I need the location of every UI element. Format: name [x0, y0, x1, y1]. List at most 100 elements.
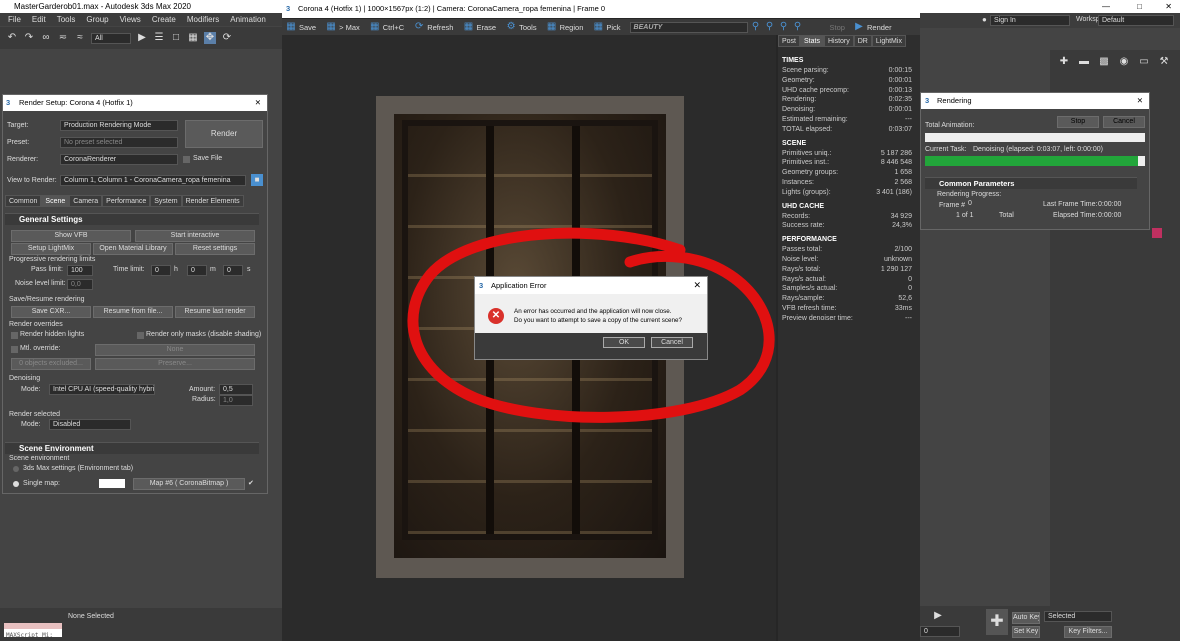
tab-dr[interactable]: DR — [853, 35, 872, 47]
motion-icon[interactable]: ◉ — [1118, 56, 1130, 68]
tab-camera[interactable]: Camera — [69, 195, 103, 207]
objects-excluded-button[interactable]: 0 objects excluded... — [11, 358, 91, 370]
menu-animation[interactable]: Animation — [230, 13, 266, 26]
utilities-icon[interactable]: ⚒ — [1158, 56, 1170, 68]
tab-post[interactable]: Post — [778, 35, 801, 47]
save-button[interactable]: Save — [299, 23, 316, 32]
maximize-icon[interactable]: □ — [1137, 0, 1142, 13]
menu-tools[interactable]: Tools — [57, 13, 76, 26]
region-select-icon[interactable]: □ — [170, 32, 182, 44]
erase-button[interactable]: Erase — [476, 23, 496, 32]
env-color-swatch[interactable] — [99, 479, 125, 488]
create-icon[interactable]: ✚ — [1058, 56, 1070, 68]
noise-level-field[interactable]: 0,0 — [67, 279, 93, 290]
key-filters-button[interactable]: Key Filters... — [1064, 626, 1112, 638]
add-key-icon[interactable]: ✚ — [986, 609, 1008, 635]
tab-performance[interactable]: Performance — [102, 195, 151, 207]
link-icon[interactable]: ∞ — [40, 32, 52, 44]
preset-select[interactable]: No preset selected — [60, 137, 178, 148]
menu-modifiers[interactable]: Modifiers — [187, 13, 219, 26]
zoom-fit-icon[interactable]: ⚲ — [778, 21, 790, 33]
select-by-name-icon[interactable]: ☰ — [153, 32, 165, 44]
minutes-field[interactable]: 0 — [187, 265, 207, 276]
selection-filter[interactable]: All — [91, 32, 131, 44]
rotate-icon[interactable]: ⟳ — [221, 32, 233, 44]
single-map-radio[interactable] — [13, 481, 19, 487]
lock-view-icon[interactable]: ■ — [251, 174, 263, 186]
region-button[interactable]: Region — [560, 23, 584, 32]
hierarchy-icon[interactable]: ▩ — [1098, 56, 1110, 68]
bind-space-warp-icon[interactable]: ≈ — [74, 32, 86, 44]
menu-views[interactable]: Views — [120, 13, 141, 26]
to-max-button[interactable]: > Max — [339, 23, 360, 32]
hours-field[interactable]: 0 — [151, 265, 171, 276]
zoom-in-icon[interactable]: ⚲ — [750, 21, 762, 33]
zoom-out-icon[interactable]: ⚲ — [764, 21, 776, 33]
preserve-button[interactable]: Preserve... — [95, 358, 255, 370]
rendering-cancel-button[interactable]: Cancel — [1103, 116, 1145, 128]
auto-key-button[interactable]: Auto Key — [1012, 612, 1040, 624]
menu-file[interactable]: File — [8, 13, 21, 26]
hidden-lights-checkbox[interactable] — [11, 332, 18, 339]
scene-environment-rollout[interactable]: Scene Environment — [5, 442, 259, 454]
seconds-field[interactable]: 0 — [223, 265, 243, 276]
target-select[interactable]: Production Rendering Mode — [60, 120, 178, 131]
tab-lightmix[interactable]: LightMix — [871, 35, 906, 47]
vfb-render-button[interactable]: Render — [867, 23, 892, 32]
set-key-button[interactable]: Set Key — [1012, 626, 1040, 638]
sign-in[interactable]: Sign In — [990, 15, 1070, 26]
show-vfb-button[interactable]: Show VFB — [11, 230, 131, 242]
zoom-100-icon[interactable]: ⚲ — [792, 21, 804, 33]
resume-last-render-button[interactable]: Resume last render — [175, 306, 255, 318]
resume-from-file-button[interactable]: Resume from file... — [93, 306, 173, 318]
view-select[interactable]: Column 1, Column 1 - CoronaCamera_ropa f… — [60, 175, 246, 186]
region-icon[interactable]: ▦ — [546, 21, 558, 33]
tools-button[interactable]: Tools — [519, 23, 537, 32]
tab-history[interactable]: History — [823, 35, 854, 47]
maxscript-listener[interactable]: MAXScript Mi: — [4, 623, 62, 637]
modify-icon[interactable]: ▬ — [1078, 56, 1090, 68]
amount-field[interactable]: 0,5 — [219, 384, 253, 395]
mtl-override-slot[interactable]: None — [95, 344, 255, 356]
undo-icon[interactable]: ↶ — [6, 32, 18, 44]
denoise-mode-select[interactable]: Intel CPU AI (speed-quality hybrid) — [49, 384, 155, 395]
save-file-checkbox[interactable] — [183, 156, 190, 163]
max-settings-radio[interactable] — [13, 466, 19, 472]
channel-select[interactable]: BEAUTY — [629, 21, 748, 33]
selected-dropdown[interactable]: Selected — [1044, 611, 1112, 622]
tab-render-elements[interactable]: Render Elements — [181, 195, 244, 207]
start-interactive-button[interactable]: Start interactive — [135, 230, 255, 242]
menu-edit[interactable]: Edit — [32, 13, 46, 26]
general-settings-rollout[interactable]: General Settings — [5, 213, 259, 225]
render-setup-close-icon[interactable]: ✕ — [255, 95, 261, 111]
close-icon[interactable]: ✕ — [1165, 0, 1172, 13]
menu-create[interactable]: Create — [152, 13, 176, 26]
tools-icon[interactable]: ⚙ — [505, 21, 517, 33]
color-swatch[interactable] — [1152, 228, 1162, 238]
save-cxr-button[interactable]: Save CXR... — [11, 306, 91, 318]
rendering-stop-button[interactable]: Stop — [1057, 116, 1099, 128]
reset-settings-button[interactable]: Reset settings — [175, 243, 255, 255]
frame-field[interactable]: 0 — [920, 626, 960, 637]
workspace-select[interactable]: Default — [1098, 15, 1174, 26]
save-icon[interactable]: ▦ — [285, 21, 297, 33]
window-crossing-icon[interactable]: ▦ — [187, 32, 199, 44]
setup-lightmix-button[interactable]: Setup LightMix — [11, 243, 91, 255]
tab-system[interactable]: System — [150, 195, 182, 207]
only-masks-checkbox[interactable] — [137, 332, 144, 339]
move-icon[interactable]: ✥ — [204, 32, 216, 44]
tab-common[interactable]: Common — [5, 195, 42, 207]
user-icon[interactable]: ● — [982, 15, 987, 24]
redo-icon[interactable]: ↷ — [23, 32, 35, 44]
render-button[interactable]: Render — [185, 120, 263, 148]
select-object-icon[interactable]: ▶ — [136, 32, 148, 44]
pass-limit-field[interactable]: 100 — [67, 265, 93, 276]
env-map-checkbox[interactable]: ✔ — [248, 479, 254, 487]
unlink-icon[interactable]: ≂ — [57, 32, 69, 44]
render-play-icon[interactable]: ▶ — [853, 21, 865, 33]
mtl-override-checkbox[interactable] — [11, 346, 18, 353]
common-parameters-rollout[interactable]: Common Parameters — [925, 177, 1137, 189]
tab-stats[interactable]: Stats — [800, 35, 824, 47]
tab-scene[interactable]: Scene — [41, 195, 70, 207]
open-material-library-button[interactable]: Open Material Library — [93, 243, 173, 255]
